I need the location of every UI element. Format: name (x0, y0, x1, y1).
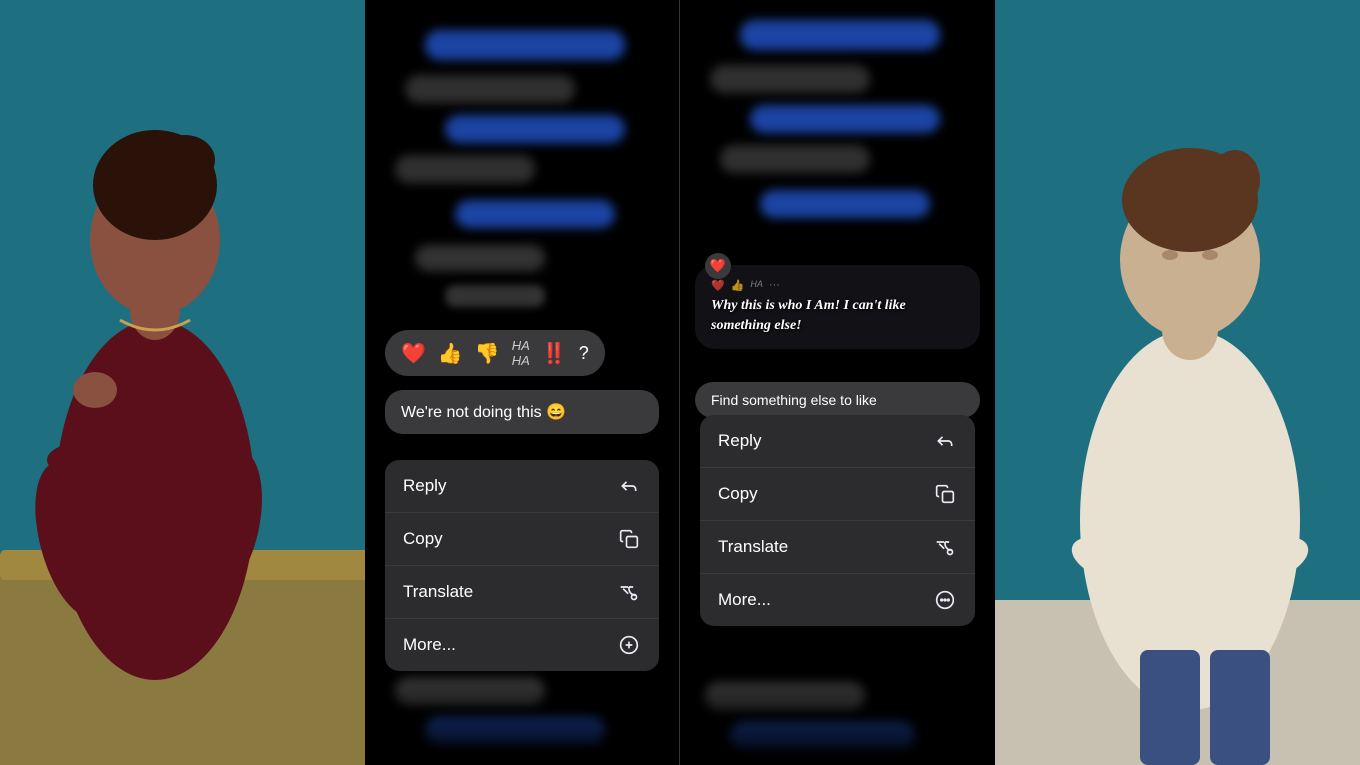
reaction-thumbsdown[interactable]: 👎 (475, 341, 500, 366)
heart-reaction-right: ❤️ (705, 253, 731, 279)
translate-icon-left (617, 580, 641, 604)
menu-label-reply-right: Reply (718, 431, 761, 451)
callout-bubble-right: ❤️ ❤️ 👍 HA ··· Why this is who I Am! I c… (695, 265, 980, 349)
blur-msg-1 (425, 30, 625, 60)
blur-msg-7 (445, 285, 545, 307)
translate-icon-right (933, 535, 957, 559)
menu-item-more-left[interactable]: More... (385, 619, 659, 671)
menu-item-translate-left[interactable]: Translate (385, 566, 659, 619)
reaction-question[interactable]: ? (579, 343, 589, 364)
background-right (980, 0, 1360, 765)
reaction-haha[interactable]: HAHA (512, 338, 530, 368)
copy-icon-right (933, 482, 957, 506)
reaction-heart[interactable]: ❤️ (401, 341, 426, 366)
blur-msg-5 (455, 200, 615, 228)
menu-item-translate-right[interactable]: Translate (700, 521, 975, 574)
menu-item-reply-left[interactable]: Reply (385, 460, 659, 513)
react-more: ··· (769, 279, 780, 292)
react-thumb: 👍 (731, 279, 745, 292)
menu-item-copy-left[interactable]: Copy (385, 513, 659, 566)
menu-item-more-right[interactable]: More... (700, 574, 975, 626)
react-heart: ❤️ (711, 279, 725, 292)
message-text-left: We're not doing this 😄 (401, 404, 566, 421)
blur-msg-r5 (760, 190, 930, 218)
phone-screens-area: ❤️ 👍 👎 HAHA ‼️ ? We're not doing this 😄 … (365, 0, 995, 765)
menu-label-copy-right: Copy (718, 484, 758, 504)
menu-label-more-right: More... (718, 590, 771, 610)
menu-item-reply-right[interactable]: Reply (700, 415, 975, 468)
find-something-pill[interactable]: Find something else to like (695, 382, 980, 418)
blur-msg-3 (445, 115, 625, 143)
menu-item-copy-right[interactable]: Copy (700, 468, 975, 521)
menu-label-reply-left: Reply (403, 476, 446, 496)
reply-icon-right (933, 429, 957, 453)
background-left (0, 0, 375, 765)
reaction-thumbsup[interactable]: 👍 (438, 341, 463, 366)
menu-label-translate-right: Translate (718, 537, 788, 557)
bottom-blur-right (680, 685, 995, 765)
reply-icon-left (617, 474, 641, 498)
react-haha: HA (750, 279, 763, 292)
blur-msg-r1 (740, 20, 940, 50)
context-menu-left: Reply Copy Translate (385, 460, 659, 671)
person-right-silhouette (980, 0, 1360, 765)
phone-left: ❤️ 👍 👎 HAHA ‼️ ? We're not doing this 😄 … (365, 0, 680, 765)
person-left-silhouette (0, 0, 375, 765)
context-menu-right: Reply Copy Translate (700, 415, 975, 626)
bottom-blur-left (365, 685, 679, 765)
blur-msg-r2 (710, 65, 870, 93)
menu-label-more-left: More... (403, 635, 456, 655)
more-icon-right (933, 588, 957, 612)
blur-msg-r4 (720, 145, 870, 173)
blur-msg-2 (405, 75, 575, 103)
blur-msg-6 (415, 245, 545, 271)
more-icon-left (617, 633, 641, 657)
reaction-bar-left[interactable]: ❤️ 👍 👎 HAHA ‼️ ? (385, 330, 605, 376)
blur-msg-4 (395, 155, 535, 183)
reaction-row-right: ❤️ 👍 HA ··· (711, 279, 964, 292)
menu-label-copy-left: Copy (403, 529, 443, 549)
reaction-exclaim[interactable]: ‼️ (542, 341, 567, 366)
callout-text-right: Why this is who I Am! I can't like somet… (711, 296, 964, 335)
copy-icon-left (617, 527, 641, 551)
menu-label-translate-left: Translate (403, 582, 473, 602)
find-label: Find something else to like (711, 392, 877, 408)
phone-right: ❤️ ❤️ 👍 HA ··· Why this is who I Am! I c… (680, 0, 995, 765)
blur-msg-r3 (750, 105, 940, 133)
message-bubble-left: We're not doing this 😄 (385, 390, 659, 434)
